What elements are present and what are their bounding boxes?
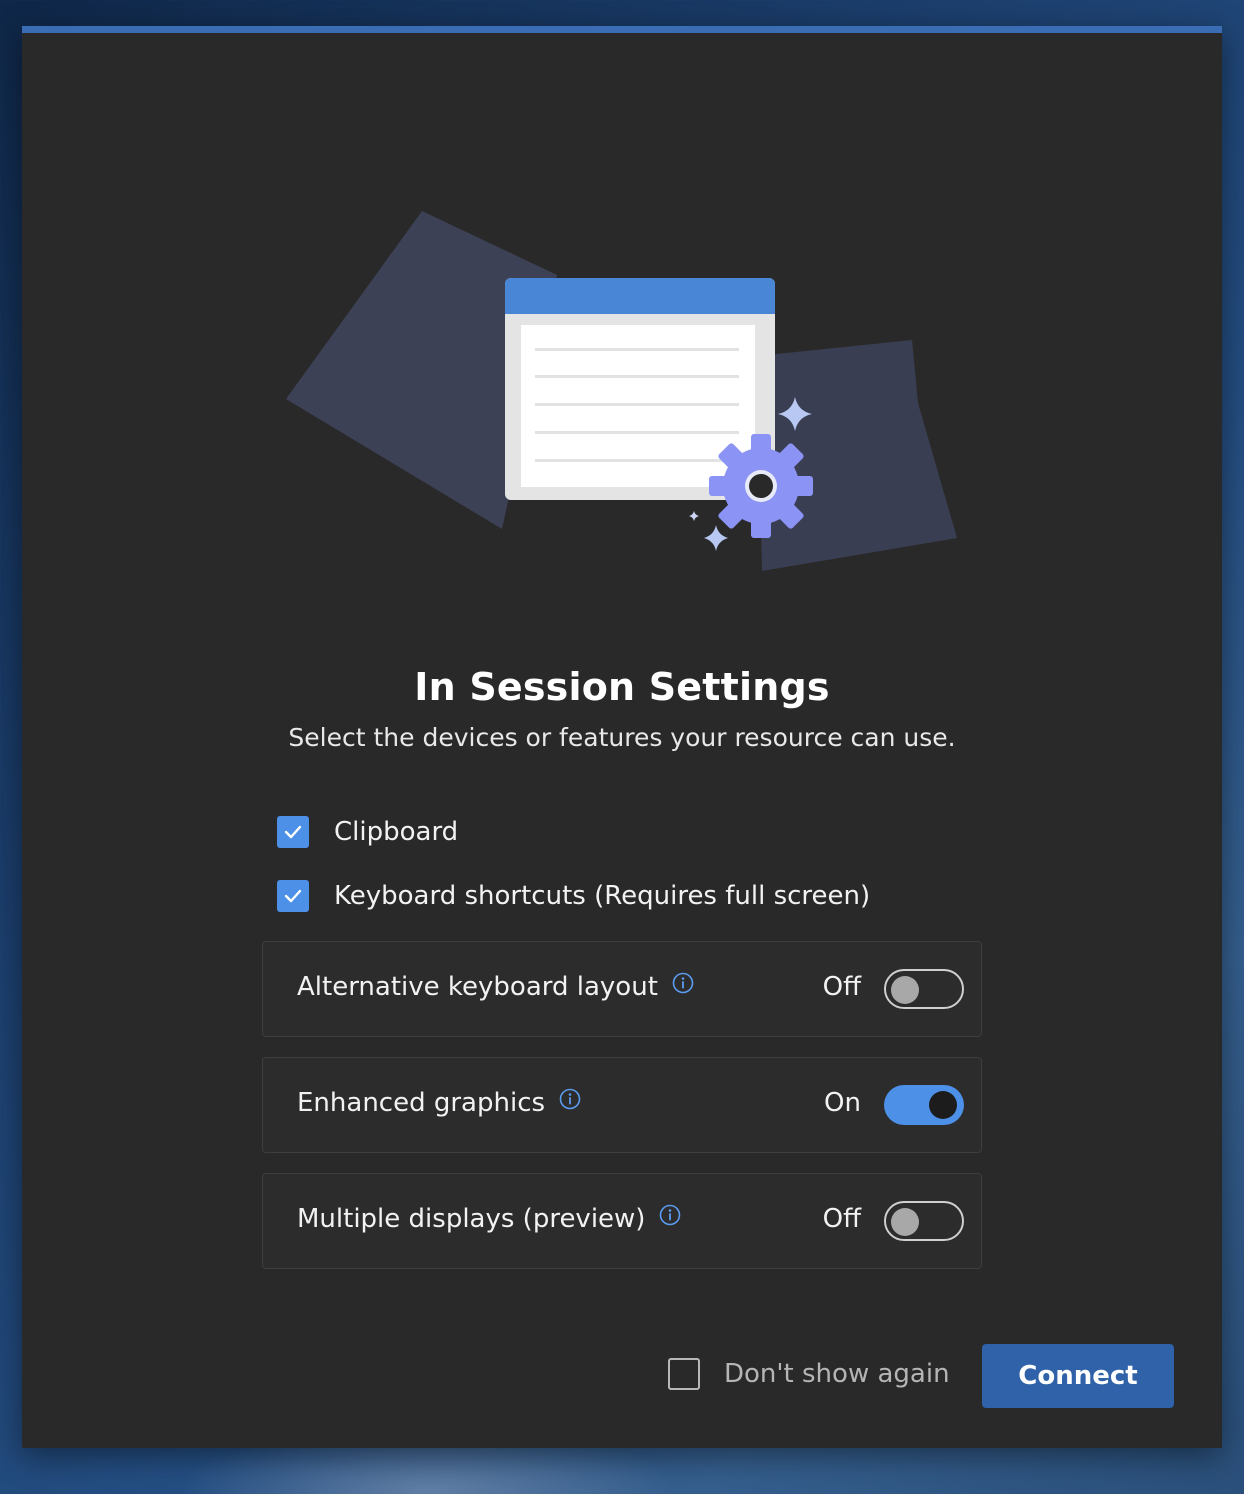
clipboard-checkbox[interactable] (277, 816, 309, 848)
info-icon[interactable] (672, 972, 694, 994)
sparkle-icon (689, 511, 699, 521)
alternative-keyboard-layout-label: Alternative keyboard layout (297, 972, 658, 1002)
toggle-knob (929, 1091, 957, 1119)
checkmark-icon (284, 825, 302, 839)
checkmark-icon (284, 889, 302, 903)
dialog-title: In Session Settings (414, 665, 830, 709)
checkbox-row-clipboard[interactable]: Clipboard (277, 815, 458, 849)
setting-card-alternative-keyboard-layout: Alternative keyboard layout Off (262, 941, 982, 1037)
enhanced-graphics-state: On (824, 1088, 861, 1118)
gear-icon (709, 434, 813, 538)
in-session-settings-dialog: In Session Settings Select the devices o… (22, 26, 1222, 1448)
setting-card-multiple-displays: Multiple displays (preview) Off (262, 1173, 982, 1269)
dont-show-again-row[interactable]: Don't show again (668, 1358, 950, 1390)
toggle-knob (891, 976, 919, 1004)
enhanced-graphics-label: Enhanced graphics (297, 1088, 546, 1118)
info-icon[interactable] (659, 1204, 681, 1226)
clipboard-label: Clipboard (334, 817, 459, 847)
dont-show-again-checkbox[interactable] (668, 1358, 700, 1390)
toggle-knob (891, 1208, 919, 1236)
setting-label-row: Enhanced graphics (297, 1088, 581, 1118)
connect-button[interactable]: Connect (982, 1344, 1174, 1408)
alternative-keyboard-layout-toggle[interactable] (884, 969, 964, 1009)
setting-card-enhanced-graphics: Enhanced graphics On (262, 1057, 982, 1153)
dont-show-again-label: Don't show again (724, 1359, 950, 1389)
keyboard-shortcuts-label: Keyboard shortcuts (Requires full screen… (334, 881, 871, 911)
alternative-keyboard-layout-state: Off (822, 972, 861, 1002)
sparkle-icon (704, 525, 728, 551)
info-icon[interactable] (559, 1088, 581, 1110)
multiple-displays-state: Off (822, 1204, 861, 1234)
multiple-displays-label: Multiple displays (preview) (297, 1204, 646, 1234)
enhanced-graphics-toggle[interactable] (884, 1085, 964, 1125)
multiple-displays-toggle[interactable] (884, 1201, 964, 1241)
setting-label-row: Multiple displays (preview) (297, 1204, 681, 1234)
dialog-subtitle: Select the devices or features your reso… (288, 723, 956, 752)
settings-illustration-icon (286, 211, 957, 571)
checkbox-row-keyboard-shortcuts[interactable]: Keyboard shortcuts (Requires full screen… (277, 879, 870, 913)
setting-label-row: Alternative keyboard layout (297, 972, 694, 1002)
keyboard-shortcuts-checkbox[interactable] (277, 880, 309, 912)
